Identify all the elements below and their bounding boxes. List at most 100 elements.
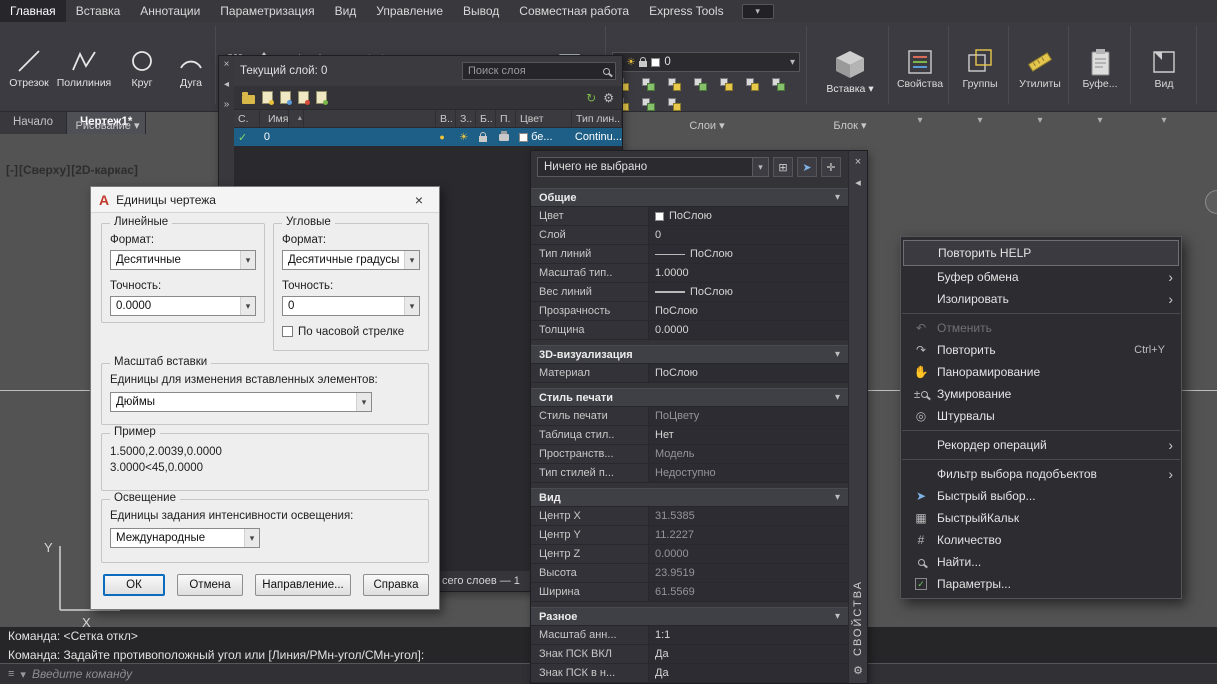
panel-utilities[interactable]: Утилиты ▾ bbox=[1012, 46, 1068, 130]
recent-commands-icon[interactable]: ▾ bbox=[20, 668, 26, 681]
menu-item-find[interactable]: Найти... bbox=[901, 551, 1181, 573]
close-icon[interactable]: × bbox=[224, 59, 230, 70]
viewport-style-control[interactable]: [2D-каркас] bbox=[71, 163, 138, 177]
clockwise-checkbox[interactable] bbox=[282, 326, 293, 337]
tab-express-tools[interactable]: Express Tools bbox=[639, 0, 733, 22]
delete-layer-icon[interactable] bbox=[298, 91, 310, 105]
new-layer-icon[interactable] bbox=[262, 91, 274, 105]
insertion-units-select[interactable]: Дюймы ▾ bbox=[110, 392, 372, 412]
layer-linetype[interactable]: Continu... bbox=[571, 128, 622, 146]
arc-tool-button[interactable]: Дуга bbox=[170, 48, 212, 89]
linear-precision-select[interactable]: 0.0000 ▾ bbox=[110, 296, 256, 316]
menu-item-quick-select[interactable]: ➤ Быстрый выбор... bbox=[901, 485, 1181, 507]
layer-freeze-icon[interactable]: ☀ bbox=[459, 132, 468, 143]
layer-row-0[interactable]: ✓ 0 ● ☀ бе... Continu... bbox=[234, 128, 622, 146]
section-3d-visualization[interactable]: 3D-визуализация ▾ bbox=[531, 345, 848, 364]
menu-item-zoom[interactable]: ± Зумирование bbox=[901, 383, 1181, 405]
lighting-units-select[interactable]: Международные ▾ bbox=[110, 528, 260, 548]
layer-tool-icon[interactable] bbox=[746, 78, 762, 92]
tab-parametrizaciya[interactable]: Параметризация bbox=[210, 0, 324, 22]
block-panel-label[interactable]: Блок ▾ bbox=[812, 119, 888, 132]
circle-tool-button[interactable]: Круг bbox=[120, 48, 164, 89]
refresh-icon[interactable]: ↻ bbox=[586, 91, 596, 105]
menu-item-isolate[interactable]: Изолировать › bbox=[901, 288, 1181, 310]
column-name[interactable]: Имя ▲ bbox=[260, 110, 436, 127]
column-color[interactable]: Цвет bbox=[516, 110, 572, 127]
customize-icon[interactable]: ≡ bbox=[8, 668, 14, 680]
new-group-filter-icon[interactable] bbox=[242, 91, 255, 104]
close-icon[interactable]: × bbox=[407, 192, 431, 208]
tab-vyvod[interactable]: Вывод bbox=[453, 0, 509, 22]
tab-upravlenie[interactable]: Управление bbox=[366, 0, 453, 22]
panel-clipboard[interactable]: Буфе... ▾ bbox=[1072, 46, 1128, 130]
gear-icon[interactable]: ⚙ bbox=[603, 91, 614, 105]
collapse-icon[interactable]: » bbox=[224, 99, 230, 110]
set-current-layer-icon[interactable] bbox=[316, 91, 328, 105]
tab-vstavka[interactable]: Вставка bbox=[66, 0, 131, 22]
menu-item-action-recorder[interactable]: Рекордер операций › bbox=[901, 434, 1181, 456]
close-icon[interactable]: × bbox=[855, 156, 861, 168]
panel-groups[interactable]: Группы ▾ bbox=[952, 46, 1008, 130]
tab-vid[interactable]: Вид bbox=[325, 0, 367, 22]
gear-icon[interactable]: ⚙ bbox=[853, 664, 863, 677]
menu-item-clipboard[interactable]: Буфер обмена › bbox=[901, 266, 1181, 288]
linear-format-select[interactable]: Десятичные ▾ bbox=[110, 250, 256, 270]
layer-lock-icon[interactable] bbox=[479, 131, 488, 142]
menu-item-options[interactable]: ✓ Параметры... bbox=[901, 573, 1181, 595]
menu-item-redo[interactable]: ↷ Повторить Ctrl+Y bbox=[901, 339, 1181, 361]
column-linetype[interactable]: Тип лин.. bbox=[572, 110, 622, 127]
viewport-menu-control[interactable]: [-] bbox=[6, 163, 18, 177]
column-lock[interactable]: Б.. bbox=[476, 110, 496, 127]
viewport-view-control[interactable]: [Сверху] bbox=[19, 163, 70, 177]
tab-annotacii[interactable]: Аннотации bbox=[130, 0, 210, 22]
menu-item-repeat-help[interactable]: Повторить HELP bbox=[903, 240, 1179, 266]
layer-color-swatch[interactable] bbox=[519, 132, 529, 142]
layer-tool-icon[interactable] bbox=[642, 98, 658, 112]
section-plot-style[interactable]: Стиль печати ▾ bbox=[531, 388, 848, 407]
tab-glavnaya[interactable]: Главная bbox=[0, 0, 66, 22]
column-plot[interactable]: П. bbox=[496, 110, 516, 127]
section-general[interactable]: Общие ▾ bbox=[531, 188, 848, 207]
cancel-button[interactable]: Отмена bbox=[177, 574, 243, 596]
menu-item-subobject-filter[interactable]: Фильтр выбора подобъектов › bbox=[901, 463, 1181, 485]
navbar-edge[interactable] bbox=[1205, 190, 1217, 214]
panel-properties[interactable]: Свойства ▾ bbox=[892, 46, 948, 130]
layer-search-input[interactable] bbox=[468, 65, 599, 77]
ok-button[interactable]: ОК bbox=[103, 574, 165, 596]
column-on[interactable]: В.. bbox=[436, 110, 456, 127]
angular-format-select[interactable]: Десятичные градусы ▾ bbox=[282, 250, 420, 270]
menu-item-count[interactable]: # Количество bbox=[901, 529, 1181, 551]
menu-item-quickcalc[interactable]: ▦ БыстрыйКальк bbox=[901, 507, 1181, 529]
layer-tool-icon[interactable] bbox=[642, 78, 658, 92]
featured-apps-button[interactable]: ▾ bbox=[741, 3, 774, 19]
section-misc[interactable]: Разное ▾ bbox=[531, 607, 848, 626]
pin-icon[interactable]: ◂ bbox=[224, 79, 229, 90]
layer-tool-icon[interactable] bbox=[668, 98, 684, 112]
column-status[interactable]: С. bbox=[234, 110, 260, 127]
section-view[interactable]: Вид ▾ bbox=[531, 488, 848, 507]
layer-tool-icon[interactable] bbox=[772, 78, 788, 92]
new-frozen-layer-icon[interactable] bbox=[280, 91, 292, 105]
selection-combo[interactable]: Ничего не выбрано ▾ bbox=[537, 157, 769, 177]
angular-precision-select[interactable]: 0 ▾ bbox=[282, 296, 420, 316]
select-objects-button[interactable]: ✛ bbox=[821, 157, 841, 177]
insert-block-button[interactable]: Вставка ▾ bbox=[812, 48, 888, 95]
polyline-tool-button[interactable]: Полилиния bbox=[54, 48, 114, 89]
layer-tool-icon[interactable] bbox=[694, 78, 710, 92]
pin-icon[interactable]: ◂ bbox=[855, 176, 861, 189]
menu-item-steeringwheels[interactable]: ◎ Штурвалы bbox=[901, 405, 1181, 427]
layer-plot-icon[interactable] bbox=[499, 130, 510, 141]
quick-select-button[interactable]: ➤ bbox=[797, 157, 817, 177]
layer-combo[interactable]: ● ☀ 0 ▾ bbox=[612, 52, 800, 72]
column-freeze[interactable]: З.. bbox=[456, 110, 476, 127]
tab-sovmestnaya-rabota[interactable]: Совместная работа bbox=[509, 0, 639, 22]
line-tool-button[interactable]: Отрезок bbox=[6, 48, 52, 89]
units-dialog-titlebar[interactable]: A Единицы чертежа × bbox=[91, 187, 439, 213]
toggle-pickadd-button[interactable]: ⊞ bbox=[773, 157, 793, 177]
panel-view[interactable]: Вид ▾ bbox=[1136, 46, 1192, 130]
layers-panel-label[interactable]: Слои ▾ bbox=[612, 119, 802, 132]
menu-item-pan[interactable]: ✋ Панорамирование bbox=[901, 361, 1181, 383]
layer-tool-icon[interactable] bbox=[720, 78, 736, 92]
layer-on-icon[interactable]: ● bbox=[439, 132, 444, 142]
direction-button[interactable]: Направление... bbox=[255, 574, 351, 596]
